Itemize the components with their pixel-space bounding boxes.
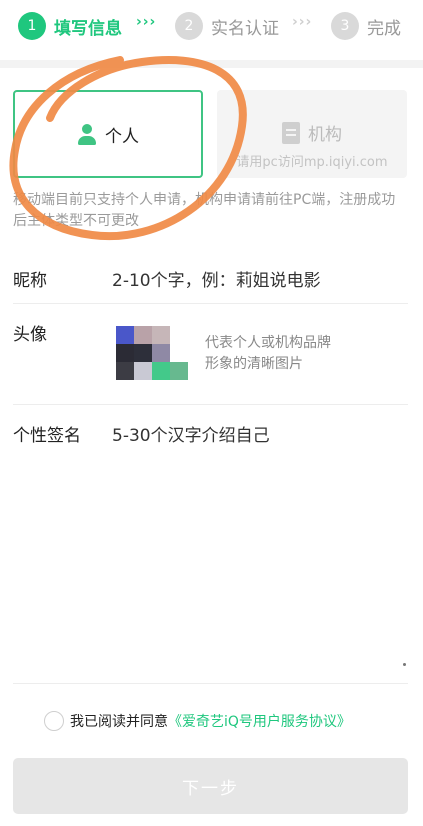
agreement-checkbox[interactable] — [44, 711, 64, 731]
agreement-link[interactable]: 《爱奇艺iQ号用户服务协议》 — [168, 711, 351, 731]
step-number: 3 — [331, 12, 359, 40]
step-number: 2 — [175, 12, 203, 40]
signature-label: 个性签名 — [13, 426, 81, 446]
step-label: 完成 — [367, 18, 401, 39]
type-notice: 移动端目前只支持个人申请，机构申请请前往PC端，注册成功后主体类型不可更改 — [13, 192, 396, 229]
avatar-upload[interactable] — [116, 326, 190, 382]
step-label: 实名认证 — [211, 18, 279, 39]
nickname-input[interactable]: 2-10个字，例：莉姐说电影 — [112, 266, 321, 291]
divider — [13, 303, 408, 304]
next-step-button[interactable]: 下一步 — [13, 758, 408, 814]
avatar-label: 头像 — [13, 325, 47, 345]
step-label: 填写信息 — [54, 18, 122, 39]
user-icon — [77, 123, 97, 146]
avatar-hint: 代表个人或机构品牌 形象的清晰图片 — [205, 333, 331, 375]
step-separator: ››› — [292, 14, 313, 30]
personal-type-label: 个人 — [105, 127, 139, 147]
avatar-hint-line: 代表个人或机构品牌 — [205, 335, 331, 351]
organization-note: 请用pc访问mp.iqiyi.com — [236, 155, 388, 170]
org-card-row: 机构 — [217, 120, 407, 145]
step-verify: 2 实名认证 — [175, 12, 279, 40]
nickname-label: 昵称 — [13, 271, 47, 291]
avatar-hint-line: 形象的清晰图片 — [205, 356, 303, 372]
step-done: 3 完成 — [331, 12, 401, 40]
organization-type-card[interactable]: 机构 请用pc访问mp.iqiyi.com — [217, 90, 407, 178]
divider — [13, 404, 408, 405]
step-fill-info: 1 填写信息 — [18, 12, 122, 40]
signature-textarea[interactable]: 5-30个汉字介绍自己 — [112, 421, 270, 446]
header-divider — [0, 60, 423, 68]
organization-type-label: 机构 — [308, 125, 342, 145]
agreement-row: 我已阅读并同意 《爱奇艺iQ号用户服务协议》 — [44, 711, 351, 731]
personal-card-row: 个人 — [15, 122, 201, 147]
resize-dot — [403, 663, 406, 666]
step-separator: ››› — [136, 14, 157, 30]
step-number: 1 — [18, 12, 46, 40]
building-icon — [282, 121, 300, 144]
personal-type-card[interactable]: 个人 — [13, 90, 203, 178]
progress-stepper: 1 填写信息 ››› 2 实名认证 ››› 3 完成 — [0, 0, 423, 60]
divider — [13, 683, 408, 684]
agreement-text: 我已阅读并同意 — [70, 714, 168, 730]
